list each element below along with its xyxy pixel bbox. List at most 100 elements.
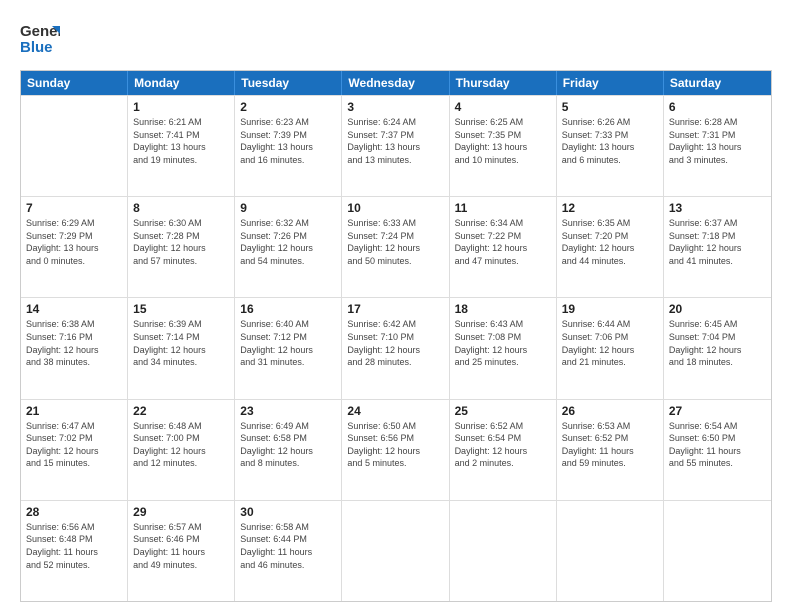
day-info: Sunrise: 6:53 AMSunset: 6:52 PMDaylight:… (562, 420, 658, 470)
day-number: 1 (133, 100, 229, 114)
weekday-header-thursday: Thursday (450, 71, 557, 95)
day-info: Sunrise: 6:44 AMSunset: 7:06 PMDaylight:… (562, 318, 658, 368)
calendar-cell: 20 Sunrise: 6:45 AMSunset: 7:04 PMDayligh… (664, 298, 771, 398)
calendar-cell: 27 Sunrise: 6:54 AMSunset: 6:50 PMDayligh… (664, 400, 771, 500)
svg-text:Blue: Blue (20, 39, 53, 56)
day-info: Sunrise: 6:33 AMSunset: 7:24 PMDaylight:… (347, 217, 443, 267)
day-info: Sunrise: 6:56 AMSunset: 6:48 PMDaylight:… (26, 521, 122, 571)
weekday-header-saturday: Saturday (664, 71, 771, 95)
day-info: Sunrise: 6:21 AMSunset: 7:41 PMDaylight:… (133, 116, 229, 166)
day-number: 15 (133, 302, 229, 316)
calendar-row-1: 7 Sunrise: 6:29 AMSunset: 7:29 PMDaylight… (21, 196, 771, 297)
day-info: Sunrise: 6:40 AMSunset: 7:12 PMDaylight:… (240, 318, 336, 368)
day-info: Sunrise: 6:34 AMSunset: 7:22 PMDaylight:… (455, 217, 551, 267)
calendar-cell: 25 Sunrise: 6:52 AMSunset: 6:54 PMDayligh… (450, 400, 557, 500)
day-info: Sunrise: 6:24 AMSunset: 7:37 PMDaylight:… (347, 116, 443, 166)
day-number: 2 (240, 100, 336, 114)
calendar-cell: 13 Sunrise: 6:37 AMSunset: 7:18 PMDayligh… (664, 197, 771, 297)
calendar-cell: 24 Sunrise: 6:50 AMSunset: 6:56 PMDayligh… (342, 400, 449, 500)
day-info: Sunrise: 6:43 AMSunset: 7:08 PMDaylight:… (455, 318, 551, 368)
day-info: Sunrise: 6:29 AMSunset: 7:29 PMDaylight:… (26, 217, 122, 267)
day-number: 5 (562, 100, 658, 114)
day-number: 21 (26, 404, 122, 418)
calendar-cell: 29Sunrise: 6:57 AMSunset: 6:46 PMDayligh… (128, 501, 235, 601)
calendar-cell: 16 Sunrise: 6:40 AMSunset: 7:12 PMDayligh… (235, 298, 342, 398)
calendar-cell: 4Sunrise: 6:25 AMSunset: 7:35 PMDaylight… (450, 96, 557, 196)
header: General Blue (20, 18, 772, 60)
day-info: Sunrise: 6:50 AMSunset: 6:56 PMDaylight:… (347, 420, 443, 470)
day-info: Sunrise: 6:39 AMSunset: 7:14 PMDaylight:… (133, 318, 229, 368)
calendar-row-3: 21Sunrise: 6:47 AMSunset: 7:02 PMDayligh… (21, 399, 771, 500)
day-number: 13 (669, 201, 766, 215)
svg-text:General: General (20, 23, 60, 40)
day-number: 23 (240, 404, 336, 418)
day-number: 3 (347, 100, 443, 114)
weekday-header-sunday: Sunday (21, 71, 128, 95)
calendar-cell: 5 Sunrise: 6:26 AMSunset: 7:33 PMDaylight… (557, 96, 664, 196)
calendar-body: 1 Sunrise: 6:21 AMSunset: 7:41 PMDaylight… (21, 95, 771, 601)
day-info: Sunrise: 6:25 AMSunset: 7:35 PMDaylight:… (455, 116, 551, 166)
calendar-row-2: 14 Sunrise: 6:38 AMSunset: 7:16 PMDayligh… (21, 297, 771, 398)
day-info: Sunrise: 6:35 AMSunset: 7:20 PMDaylight:… (562, 217, 658, 267)
day-number: 27 (669, 404, 766, 418)
calendar: SundayMondayTuesdayWednesdayThursdayFrid… (20, 70, 772, 602)
calendar-cell: 2 Sunrise: 6:23 AMSunset: 7:39 PMDaylight… (235, 96, 342, 196)
weekday-header-wednesday: Wednesday (342, 71, 449, 95)
calendar-cell: 12 Sunrise: 6:35 AMSunset: 7:20 PMDayligh… (557, 197, 664, 297)
day-number: 26 (562, 404, 658, 418)
weekday-header-tuesday: Tuesday (235, 71, 342, 95)
calendar-cell (342, 501, 449, 601)
calendar-cell: 18 Sunrise: 6:43 AMSunset: 7:08 PMDayligh… (450, 298, 557, 398)
day-info: Sunrise: 6:28 AMSunset: 7:31 PMDaylight:… (669, 116, 766, 166)
day-number: 25 (455, 404, 551, 418)
calendar-cell: 30 Sunrise: 6:58 AMSunset: 6:44 PMDayligh… (235, 501, 342, 601)
calendar-cell: 11 Sunrise: 6:34 AMSunset: 7:22 PMDayligh… (450, 197, 557, 297)
day-number: 12 (562, 201, 658, 215)
day-number: 19 (562, 302, 658, 316)
calendar-cell: 14 Sunrise: 6:38 AMSunset: 7:16 PMDayligh… (21, 298, 128, 398)
day-info: Sunrise: 6:32 AMSunset: 7:26 PMDaylight:… (240, 217, 336, 267)
day-number: 6 (669, 100, 766, 114)
day-info: Sunrise: 6:45 AMSunset: 7:04 PMDaylight:… (669, 318, 766, 368)
day-info: Sunrise: 6:23 AMSunset: 7:39 PMDaylight:… (240, 116, 336, 166)
day-number: 7 (26, 201, 122, 215)
day-info: Sunrise: 6:37 AMSunset: 7:18 PMDaylight:… (669, 217, 766, 267)
calendar-cell: 15 Sunrise: 6:39 AMSunset: 7:14 PMDayligh… (128, 298, 235, 398)
day-info: Sunrise: 6:49 AMSunset: 6:58 PMDaylight:… (240, 420, 336, 470)
day-number: 17 (347, 302, 443, 316)
calendar-cell: 8Sunrise: 6:30 AMSunset: 7:28 PMDaylight… (128, 197, 235, 297)
calendar-cell: 17 Sunrise: 6:42 AMSunset: 7:10 PMDayligh… (342, 298, 449, 398)
weekday-header-monday: Monday (128, 71, 235, 95)
calendar-cell: 7 Sunrise: 6:29 AMSunset: 7:29 PMDaylight… (21, 197, 128, 297)
day-number: 10 (347, 201, 443, 215)
day-number: 29 (133, 505, 229, 519)
page: General Blue SundayMondayTuesdayWednesda… (0, 0, 792, 612)
day-number: 9 (240, 201, 336, 215)
calendar-cell (21, 96, 128, 196)
day-info: Sunrise: 6:52 AMSunset: 6:54 PMDaylight:… (455, 420, 551, 470)
calendar-cell (450, 501, 557, 601)
day-info: Sunrise: 6:58 AMSunset: 6:44 PMDaylight:… (240, 521, 336, 571)
calendar-cell (557, 501, 664, 601)
calendar-row-4: 28 Sunrise: 6:56 AMSunset: 6:48 PMDayligh… (21, 500, 771, 601)
day-info: Sunrise: 6:42 AMSunset: 7:10 PMDaylight:… (347, 318, 443, 368)
calendar-cell: 3 Sunrise: 6:24 AMSunset: 7:37 PMDaylight… (342, 96, 449, 196)
day-info: Sunrise: 6:48 AMSunset: 7:00 PMDaylight:… (133, 420, 229, 470)
day-number: 16 (240, 302, 336, 316)
day-info: Sunrise: 6:38 AMSunset: 7:16 PMDaylight:… (26, 318, 122, 368)
day-number: 24 (347, 404, 443, 418)
weekday-header-friday: Friday (557, 71, 664, 95)
calendar-cell: 26 Sunrise: 6:53 AMSunset: 6:52 PMDayligh… (557, 400, 664, 500)
calendar-cell: 10 Sunrise: 6:33 AMSunset: 7:24 PMDayligh… (342, 197, 449, 297)
day-number: 14 (26, 302, 122, 316)
day-number: 28 (26, 505, 122, 519)
calendar-cell: 22Sunrise: 6:48 AMSunset: 7:00 PMDayligh… (128, 400, 235, 500)
day-number: 20 (669, 302, 766, 316)
day-number: 18 (455, 302, 551, 316)
day-number: 11 (455, 201, 551, 215)
calendar-cell (664, 501, 771, 601)
day-number: 30 (240, 505, 336, 519)
calendar-cell: 19 Sunrise: 6:44 AMSunset: 7:06 PMDayligh… (557, 298, 664, 398)
day-info: Sunrise: 6:26 AMSunset: 7:33 PMDaylight:… (562, 116, 658, 166)
day-info: Sunrise: 6:54 AMSunset: 6:50 PMDaylight:… (669, 420, 766, 470)
